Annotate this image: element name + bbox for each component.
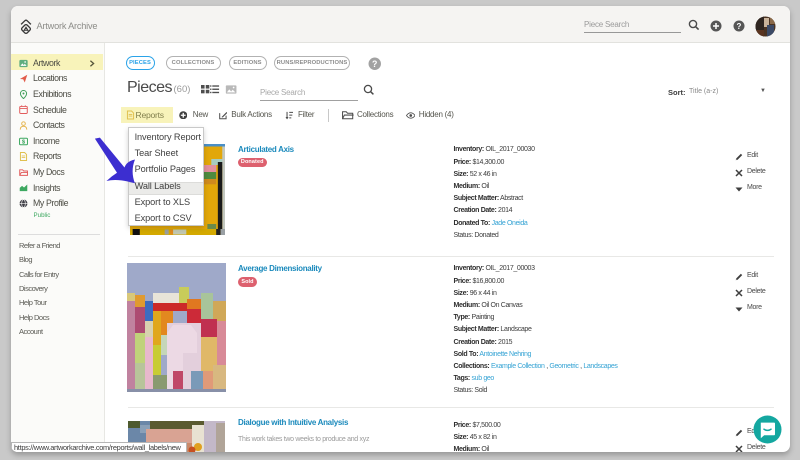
svg-text:?: ? — [372, 59, 377, 69]
svg-text:?: ? — [737, 21, 742, 30]
